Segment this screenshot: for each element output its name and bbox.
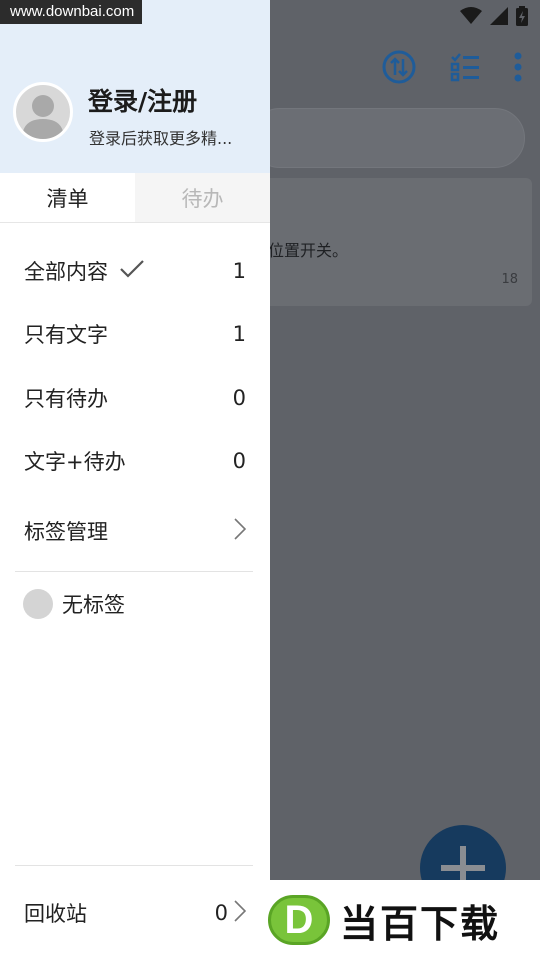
filter-text-and-todo[interactable]: 文字+待办 0 <box>24 446 246 476</box>
filter-count: 0 <box>232 386 246 410</box>
filter-label: 全部内容 <box>24 260 108 284</box>
drawer-header: 登录/注册 登录后获取更多精... <box>0 0 270 173</box>
note-card-number: 18 <box>501 272 518 287</box>
check-icon <box>120 259 144 283</box>
navigation-drawer: 登录/注册 登录后获取更多精... 清单 待办 全部内容 1 只有文字 1 只有… <box>0 0 270 960</box>
logo-text: 当百下载 <box>340 901 501 946</box>
sort-icon[interactable] <box>382 50 416 88</box>
tag-label: 无标签 <box>62 593 125 617</box>
logo-badge: D <box>268 895 330 945</box>
status-bar <box>460 6 528 26</box>
chevron-right-icon <box>234 517 247 545</box>
divider <box>15 865 253 866</box>
filter-count: 0 <box>232 449 246 473</box>
checklist-icon[interactable] <box>450 52 480 86</box>
filter-count: 1 <box>232 322 246 346</box>
tag-color-dot <box>23 589 53 619</box>
battery-icon <box>516 6 528 26</box>
filter-all-content[interactable]: 全部内容 1 <box>24 256 246 286</box>
recycle-bin[interactable]: 回收站 0 <box>24 898 247 928</box>
filter-label: 只有文字 <box>24 323 108 347</box>
drawer-tabs: 清单 待办 <box>0 173 270 223</box>
more-vert-icon[interactable] <box>514 52 522 86</box>
divider <box>15 571 253 572</box>
chevron-right-icon <box>234 899 247 927</box>
tab-list[interactable]: 清单 <box>0 173 135 222</box>
login-title[interactable]: 登录/注册 <box>88 82 197 118</box>
tag-none[interactable]: 无标签 <box>23 589 125 619</box>
filter-label: 文字+待办 <box>24 450 126 474</box>
login-subtitle: 登录后获取更多精... <box>89 129 233 148</box>
tab-todo[interactable]: 待办 <box>135 173 270 222</box>
filter-text-only[interactable]: 只有文字 1 <box>24 319 246 349</box>
filter-todo-only[interactable]: 只有待办 0 <box>24 383 246 413</box>
search-bar <box>250 108 525 168</box>
filter-label: 只有待办 <box>24 387 108 411</box>
filter-count: 1 <box>232 259 246 283</box>
signal-icon <box>490 7 508 25</box>
wifi-icon <box>460 7 482 25</box>
tag-management[interactable]: 标签管理 <box>24 516 247 546</box>
toolbar-actions <box>382 50 522 88</box>
tag-management-label: 标签管理 <box>24 520 108 544</box>
note-card-text: 位置开关。 <box>268 241 349 260</box>
recycle-bin-count: 0 <box>214 901 228 925</box>
watermark-logo: D 当百下载 <box>258 880 540 960</box>
watermark-site: www.downbai.com <box>0 0 143 24</box>
recycle-bin-label: 回收站 <box>24 902 87 926</box>
avatar[interactable] <box>13 82 73 142</box>
